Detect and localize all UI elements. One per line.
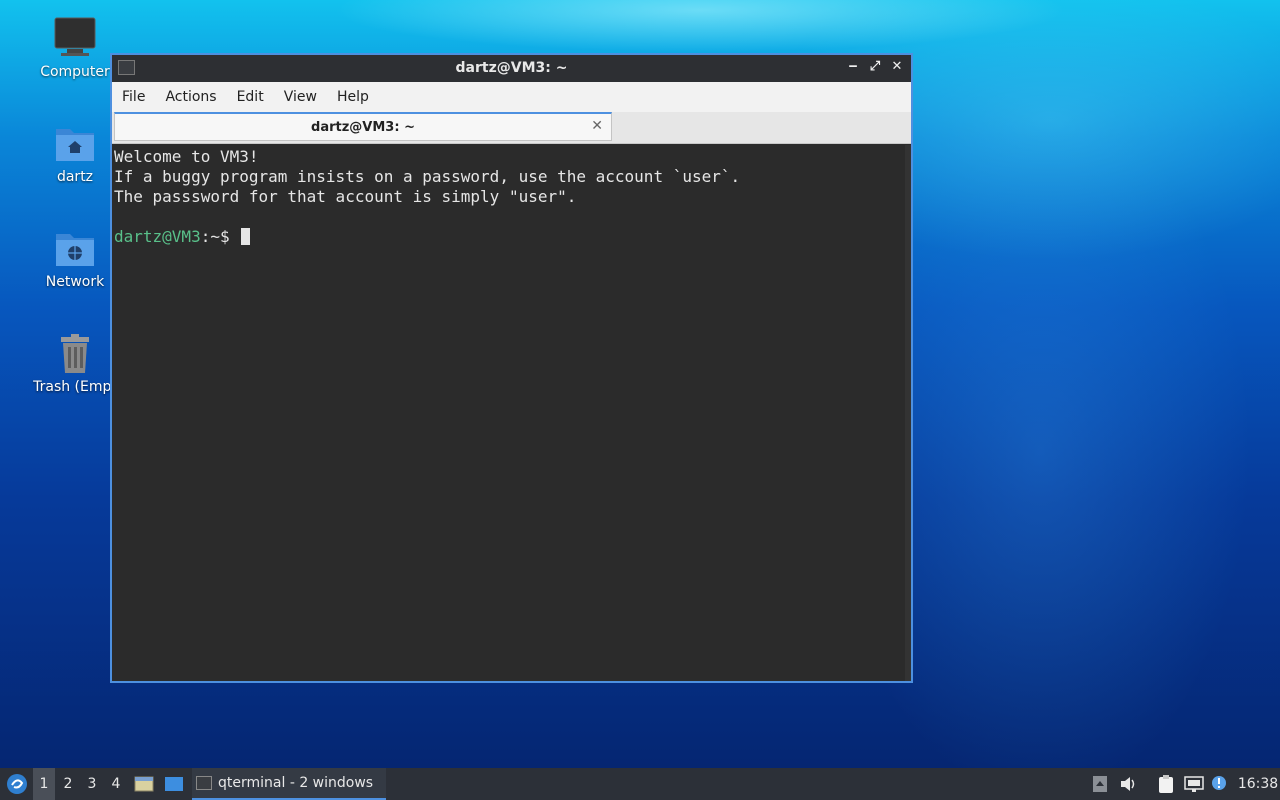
desktop: Computer dartz Network Trash (Empt dartz… xyxy=(0,0,1280,768)
menu-help[interactable]: Help xyxy=(327,89,379,105)
close-icon[interactable]: ✕ xyxy=(889,58,905,76)
terminal-line: If a buggy program insists on a password… xyxy=(114,167,741,186)
desktop-icon-label: dartz xyxy=(56,169,94,185)
window-title: dartz@VM3: ~ xyxy=(455,60,568,76)
notification-button[interactable] xyxy=(1208,768,1230,800)
terminal-task-icon xyxy=(196,776,212,790)
menu-bar: File Actions Edit View Help xyxy=(112,82,911,112)
terminal-line: Welcome to VM3! xyxy=(114,147,259,166)
tab-bar: dartz@VM3: ~ ✕ xyxy=(112,112,911,144)
tab-close-icon[interactable]: ✕ xyxy=(591,118,603,134)
taskbar: 1 2 3 4 qterminal - 2 windows 16:38 xyxy=(0,768,1280,800)
desktop-icon-label: Trash (Empt xyxy=(33,379,117,395)
window-titlebar[interactable]: dartz@VM3: ~ ‒ ⤢ ✕ xyxy=(112,55,911,82)
terminal-scrollbar[interactable] xyxy=(905,145,911,681)
volume-button[interactable] xyxy=(1117,768,1139,800)
text-cursor xyxy=(241,228,251,245)
workspace-3[interactable]: 3 xyxy=(81,768,103,800)
prompt-user: dartz@VM3 xyxy=(114,227,201,246)
tray-arrow-icon xyxy=(1093,776,1107,792)
volume-icon xyxy=(1121,777,1135,791)
menu-view[interactable]: View xyxy=(274,89,327,105)
show-desktop-icon xyxy=(165,777,183,791)
tray-expand-button[interactable] xyxy=(1090,768,1110,800)
file-manager-launcher[interactable] xyxy=(134,768,154,800)
workspace-1[interactable]: 1 xyxy=(33,768,55,800)
menu-file[interactable]: File xyxy=(112,89,155,105)
terminal-prompt-line: dartz@VM3:~$ xyxy=(114,227,909,247)
terminal-line: The passsword for that account is simply… xyxy=(114,187,577,206)
home-folder-icon xyxy=(53,121,97,165)
clock[interactable]: 16:38 xyxy=(1238,768,1278,800)
network-folder-icon xyxy=(53,226,97,270)
minimize-icon[interactable]: ‒ xyxy=(845,58,861,76)
lxqt-logo-icon xyxy=(7,774,27,794)
tab-label: dartz@VM3: ~ xyxy=(311,120,415,135)
workspace-4[interactable]: 4 xyxy=(105,768,127,800)
computer-icon xyxy=(53,16,97,60)
clipboard-button[interactable] xyxy=(1155,768,1177,800)
menu-edit[interactable]: Edit xyxy=(227,89,274,105)
network-status-icon xyxy=(1184,776,1204,792)
terminal-window: dartz@VM3: ~ ‒ ⤢ ✕ File Actions Edit Vie… xyxy=(110,53,913,683)
maximize-icon[interactable]: ⤢ xyxy=(867,58,883,76)
show-desktop-button[interactable] xyxy=(163,768,185,800)
terminal-output[interactable]: Welcome to VM3! If a buggy program insis… xyxy=(112,145,911,681)
menu-actions[interactable]: Actions xyxy=(155,89,226,105)
file-manager-icon xyxy=(134,776,154,792)
workspace-2[interactable]: 2 xyxy=(57,768,79,800)
prompt-rest: :~$ xyxy=(200,227,240,246)
desktop-icon-label: Computer xyxy=(40,64,110,80)
network-status-button[interactable] xyxy=(1182,768,1206,800)
desktop-icon-label: Network xyxy=(45,274,105,290)
task-label: qterminal - 2 windows xyxy=(218,775,374,791)
task-button-qterminal[interactable]: qterminal - 2 windows xyxy=(192,768,386,800)
clipboard-icon xyxy=(1159,775,1173,793)
start-menu-button[interactable] xyxy=(4,768,30,800)
trash-icon xyxy=(53,331,97,375)
notification-icon xyxy=(1212,776,1226,790)
terminal-tab[interactable]: dartz@VM3: ~ ✕ xyxy=(114,112,612,141)
